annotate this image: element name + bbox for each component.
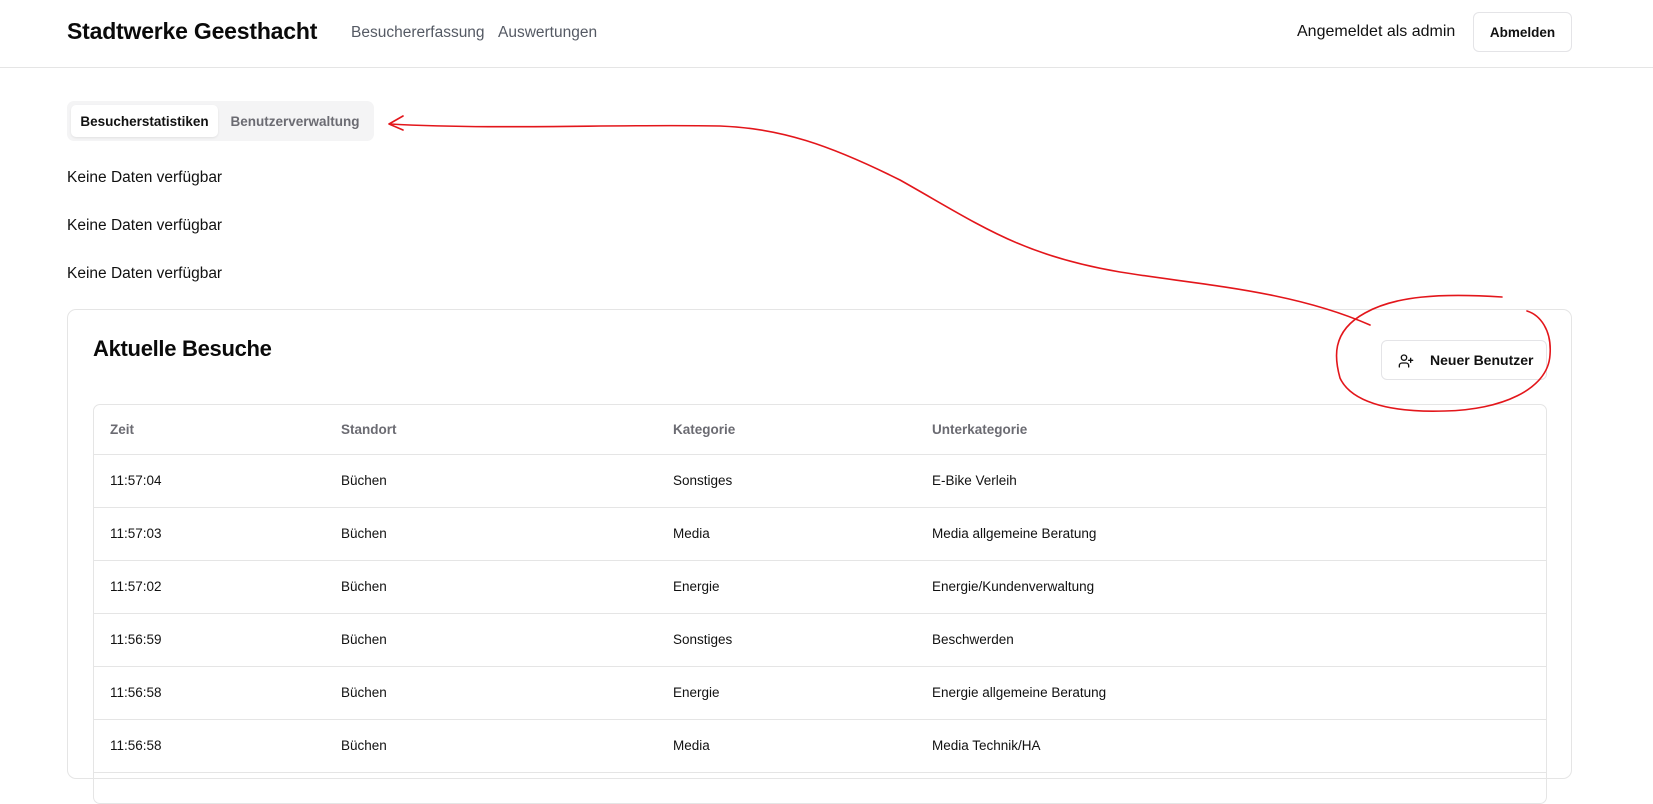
cell-location: Büchen bbox=[325, 507, 657, 561]
cell-subcategory: Beschwerden bbox=[916, 613, 1546, 667]
visits-table: Zeit Standort Kategorie Unterkategorie 1… bbox=[94, 405, 1546, 773]
table-row[interactable]: 11:56:58 Büchen Energie Energie allgemei… bbox=[94, 666, 1546, 720]
tab-list: Besucherstatistiken Benutzerverwaltung bbox=[67, 101, 374, 141]
cell-location: Büchen bbox=[325, 560, 657, 614]
cell-subcategory: E-Bike Verleih bbox=[916, 454, 1546, 508]
nav-besuchererfassung[interactable]: Besuchererfassung bbox=[351, 24, 485, 42]
empty-state-message: Keine Daten verfügbar bbox=[67, 169, 223, 186]
cell-category: Energie bbox=[657, 666, 916, 720]
cell-subcategory: Energie allgemeine Beratung bbox=[916, 666, 1546, 720]
column-header-standort[interactable]: Standort bbox=[325, 405, 657, 455]
visits-table-container: Zeit Standort Kategorie Unterkategorie 1… bbox=[93, 404, 1547, 804]
empty-state-message: Keine Daten verfügbar bbox=[67, 265, 223, 282]
cell-time: 11:57:03 bbox=[94, 507, 325, 561]
cell-category: Media bbox=[657, 507, 916, 561]
cell-location: Büchen bbox=[325, 613, 657, 667]
cell-location: Büchen bbox=[325, 719, 657, 773]
logout-button[interactable]: Abmelden bbox=[1473, 12, 1572, 52]
table-row[interactable]: 11:57:04 Büchen Sonstiges E-Bike Verleih bbox=[94, 454, 1546, 508]
top-header: Stadtwerke Geesthacht Besuchererfassung … bbox=[0, 0, 1653, 68]
cell-time: 11:56:59 bbox=[94, 613, 325, 667]
tab-besucherstatistiken[interactable]: Besucherstatistiken bbox=[71, 105, 218, 137]
recent-visits-card: Aktuelle Besuche Neuer Benutzer Zeit Sta… bbox=[67, 309, 1572, 804]
card-title: Aktuelle Besuche bbox=[93, 336, 272, 361]
column-header-kategorie[interactable]: Kategorie bbox=[657, 405, 916, 455]
column-header-zeit[interactable]: Zeit bbox=[94, 405, 325, 455]
cell-time: 11:56:58 bbox=[94, 719, 325, 773]
cell-subcategory: Media Technik/HA bbox=[916, 719, 1546, 773]
brand-title: Stadtwerke Geesthacht bbox=[67, 18, 318, 44]
empty-state-message: Keine Daten verfügbar bbox=[67, 217, 223, 234]
cell-subcategory: Energie/Kundenverwaltung bbox=[916, 560, 1546, 614]
cell-location: Büchen bbox=[325, 454, 657, 508]
table-row[interactable]: 11:57:03 Büchen Media Media allgemeine B… bbox=[94, 507, 1546, 561]
annotation-arrow-curve bbox=[389, 123, 1371, 326]
new-user-button-label: Neuer Benutzer bbox=[1430, 352, 1534, 368]
new-user-button[interactable]: Neuer Benutzer bbox=[1381, 340, 1547, 380]
cell-category: Energie bbox=[657, 560, 916, 614]
cell-subcategory: Media allgemeine Beratung bbox=[916, 507, 1546, 561]
user-plus-icon bbox=[1398, 354, 1414, 368]
tab-benutzerverwaltung[interactable]: Benutzerverwaltung bbox=[220, 105, 370, 137]
column-header-unterkategorie[interactable]: Unterkategorie bbox=[916, 405, 1546, 455]
cell-location: Büchen bbox=[325, 666, 657, 720]
table-row[interactable]: 11:57:02 Büchen Energie Energie/Kundenve… bbox=[94, 560, 1546, 614]
cell-category: Sonstiges bbox=[657, 613, 916, 667]
cell-time: 11:57:02 bbox=[94, 560, 325, 614]
table-row[interactable]: 11:56:59 Büchen Sonstiges Beschwerden bbox=[94, 613, 1546, 667]
cell-category: Sonstiges bbox=[657, 454, 916, 508]
table-row[interactable]: 11:56:58 Büchen Media Media Technik/HA bbox=[94, 719, 1546, 773]
table-header-row: Zeit Standort Kategorie Unterkategorie bbox=[94, 405, 1546, 455]
nav-auswertungen[interactable]: Auswertungen bbox=[498, 24, 597, 42]
cell-category: Media bbox=[657, 719, 916, 773]
cell-time: 11:57:04 bbox=[94, 454, 325, 508]
annotation-arrowhead bbox=[388, 115, 404, 131]
logged-in-user-label: Angemeldet als admin bbox=[1297, 23, 1456, 40]
cell-time: 11:56:58 bbox=[94, 666, 325, 720]
